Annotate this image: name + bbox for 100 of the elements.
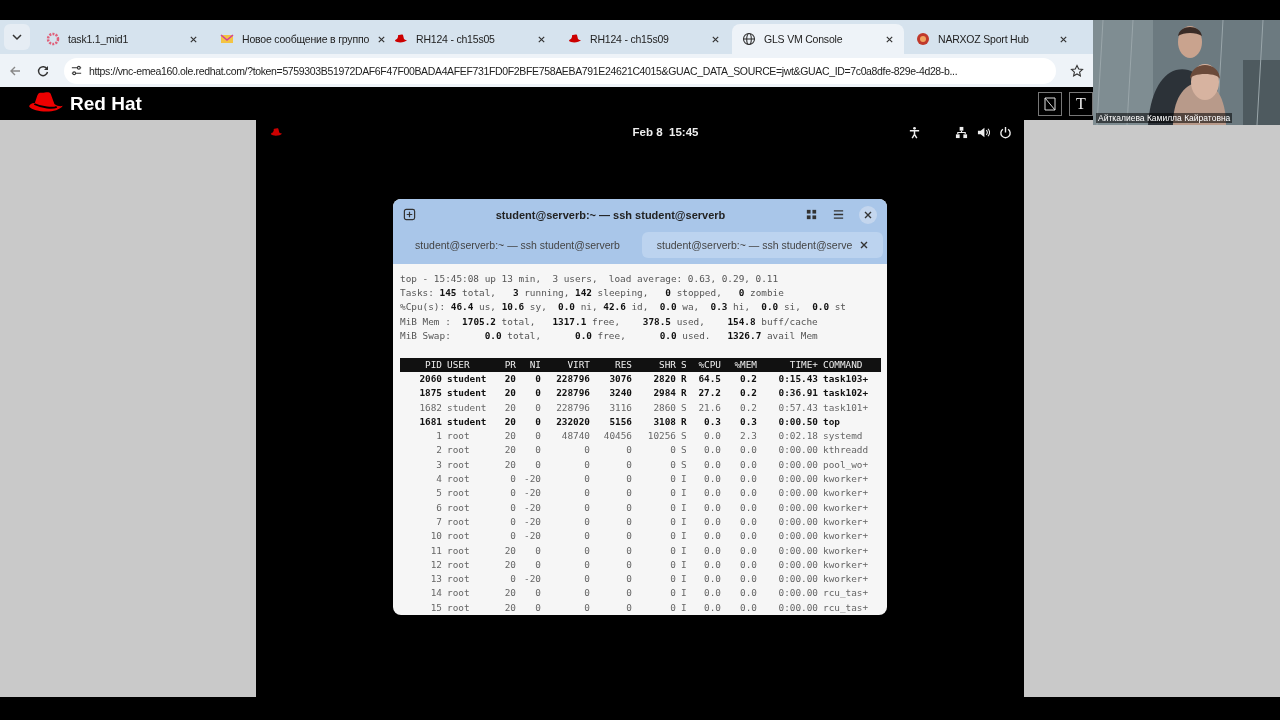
table-cell-text: top [822, 414, 841, 429]
table-cell-text: root [446, 543, 471, 558]
close-button[interactable] [859, 205, 877, 224]
tab-title: student@serverb:~ — ssh student@serverb [415, 239, 620, 252]
close-icon[interactable] [189, 34, 198, 44]
table-cell-text: 0 [669, 572, 676, 587]
table-cell-text: root [446, 486, 471, 501]
browser-tab[interactable]: Новое сообщение в группо [210, 24, 382, 54]
close-icon[interactable] [860, 241, 869, 250]
table-cell-text: 0 [509, 486, 516, 501]
globe-icon [742, 32, 756, 46]
address-field[interactable]: https://vnc-emea160.ole.redhat.com/?token=5759303B51972DAF6F47F00BADA4AFEF731FD0F2BFE758AEBA791E24621C4015&GUAC_DATA_SOURCE=jwt&GUAC_ID=7c0a8dfe-829e-4d28-b... [64, 57, 1056, 84]
table-cell-text: 0 [583, 543, 590, 558]
table-cell-text: kthreadd [822, 443, 870, 458]
table-cell-text: -20 [523, 514, 541, 529]
table-cell-text: student [446, 371, 488, 386]
sport-icon [916, 32, 930, 46]
table-cell-text: student [446, 386, 488, 401]
table-cell-text: 2860 [652, 400, 676, 415]
table-cell-text: 0.0 [703, 557, 721, 572]
power-icon[interactable] [999, 125, 1012, 139]
table-cell-text: 0 [534, 386, 541, 401]
accessibility-icon[interactable] [908, 125, 921, 139]
terminal-tab[interactable]: student@serverb:~ — ssh student@serve [642, 232, 883, 259]
new-tab-icon[interactable] [403, 208, 416, 222]
table-cell-text: 0 [625, 572, 632, 587]
column-header: PR [503, 357, 516, 372]
table-cell-text: 0.0 [703, 600, 721, 615]
table-cell-text: 0 [669, 557, 676, 572]
table-cell-text: 0.0 [703, 429, 721, 444]
table-cell-text: 0:00.00 [777, 472, 818, 487]
close-icon[interactable] [377, 34, 387, 44]
table-cell-text: I [680, 500, 688, 515]
table-cell-text: 0:00.00 [777, 514, 818, 529]
clock[interactable]: Feb 8 15:45 [632, 126, 699, 138]
tab-list-button[interactable] [4, 24, 30, 50]
close-icon[interactable] [537, 34, 546, 44]
keyboard-button[interactable]: T [1069, 91, 1093, 116]
table-cell-text: I [680, 572, 688, 587]
table-cell-text: kworker+ [822, 500, 870, 515]
table-cell-text: root [446, 514, 471, 529]
table-cell-text: 0.0 [703, 586, 721, 601]
table-cell-text: 0 [534, 443, 541, 458]
table-cell-text: 0:57.43 [777, 400, 818, 415]
table-cell-text: 0 [669, 486, 676, 501]
column-header: NI [528, 357, 541, 372]
table-cell-text: 0:00.00 [777, 486, 818, 501]
table-cell-text: 14 [429, 586, 442, 601]
browser-tab[interactable]: RH124 - ch15s05 [384, 24, 556, 54]
speaker-icon[interactable] [977, 125, 990, 139]
close-icon[interactable] [711, 34, 720, 44]
tab-title: task1.1_mid1 [68, 33, 130, 45]
table-cell-text: 0.0 [703, 514, 721, 529]
table-cell-text: 12 [429, 557, 442, 572]
table-cell-text: 0.0 [739, 443, 757, 458]
table-cell-text: 0 [625, 500, 632, 515]
grid-icon[interactable] [805, 208, 818, 222]
table-cell-text: 0 [534, 371, 541, 386]
hat-icon[interactable] [270, 125, 283, 139]
browser-tab[interactable]: GLS VM Console [732, 24, 904, 54]
table-cell-text: 232020 [555, 414, 590, 429]
clipboard-button[interactable] [1038, 91, 1062, 116]
table-cell-text: 3 [435, 457, 442, 472]
table-cell-text: 0.0 [739, 529, 757, 544]
table-cell-text: 10 [429, 529, 442, 544]
table-cell-text: 3076 [608, 371, 632, 386]
browser-tab[interactable]: NARXOZ Sport Hub [906, 24, 1078, 54]
menu-icon[interactable] [832, 208, 845, 222]
table-cell-text: student [446, 414, 488, 429]
table-cell-text: 0 [583, 486, 590, 501]
column-header: %CPU [697, 357, 721, 372]
table-cell-text: 0 [625, 472, 632, 487]
table-cell-text: root [446, 600, 471, 615]
table-cell-text: 0.0 [739, 500, 757, 515]
table-cell-text: 0 [583, 457, 590, 472]
table-cell-text: 0 [625, 543, 632, 558]
table-cell-text: root [446, 443, 471, 458]
table-cell-text: task103+ [822, 371, 870, 386]
table-cell-text: 0 [509, 500, 516, 515]
reload-icon[interactable] [36, 63, 50, 78]
browser-tab[interactable]: RH124 - ch15s09 [558, 24, 730, 54]
terminal-tab[interactable]: student@serverb:~ — ssh student@serverb [397, 232, 638, 259]
network-icon[interactable] [955, 125, 968, 139]
star-icon[interactable] [1070, 63, 1084, 78]
crossed-square-icon [1042, 95, 1058, 112]
close-icon[interactable] [885, 34, 894, 44]
table-cell-text: 0.0 [703, 529, 721, 544]
table-cell-text: 48740 [560, 429, 590, 444]
table-cell-text: 10256 [646, 429, 676, 444]
table-cell-text: I [680, 557, 688, 572]
mail-icon [220, 32, 234, 46]
table-cell-text: S [680, 429, 688, 444]
table-cell-text: 0 [534, 543, 541, 558]
close-icon[interactable] [1059, 34, 1068, 44]
table-cell-text: 0.0 [739, 600, 757, 615]
table-cell-text: 2984 [652, 386, 676, 401]
table-cell-text: 0 [625, 457, 632, 472]
table-cell-text: 0 [669, 543, 676, 558]
table-cell-text: -20 [523, 572, 541, 587]
browser-tab[interactable]: task1.1_mid1 [36, 24, 208, 54]
